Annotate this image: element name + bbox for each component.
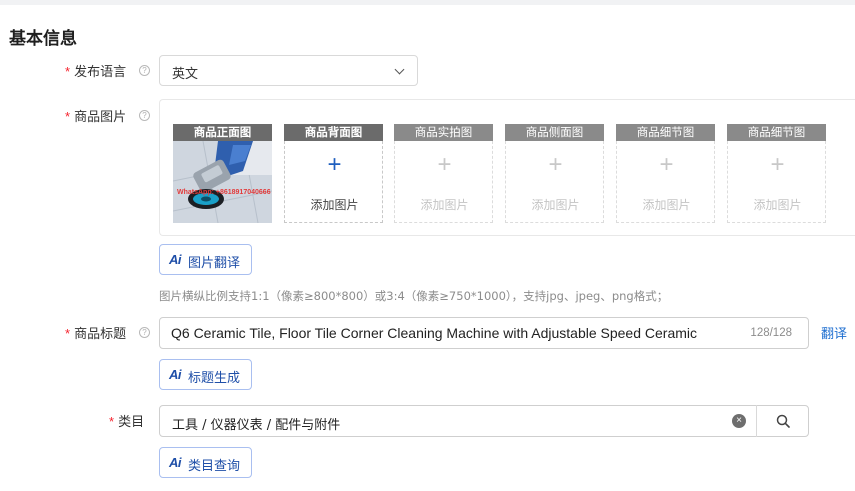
title-char-count: 128/128 — [750, 327, 792, 339]
image-slot-header: 商品侧面图 — [505, 124, 604, 141]
plus-icon: + — [548, 151, 563, 178]
photo-watermark: WhatsApp: +8618917040666 — [177, 189, 271, 196]
image-slot-side[interactable]: 商品侧面图 + 添加图片 — [505, 124, 604, 223]
add-image-caption: 添加图片 — [420, 198, 469, 212]
category-query-button[interactable]: Ai 类目查询 — [159, 447, 252, 478]
images-label: * 商品图片 — [65, 106, 126, 125]
images-label-text: 商品图片 — [74, 110, 127, 125]
title-label-text: 商品标题 — [74, 327, 127, 342]
ai-icon: Ai — [169, 252, 182, 267]
section-title: 基本信息 — [9, 29, 77, 49]
title-label: * 商品标题 — [65, 323, 126, 342]
language-label: * 发布语言 — [65, 61, 126, 80]
language-select[interactable]: 英文 — [159, 55, 418, 86]
product-photo-image — [173, 141, 272, 223]
title-input-value[interactable]: Q6 Ceramic Tile, Floor Tile Corner Clean… — [171, 325, 736, 341]
category-input[interactable]: 工具 / 仪器仪表 / 配件与附件 × — [159, 405, 809, 437]
add-image-caption: 添加图片 — [310, 198, 359, 212]
title-help-icon[interactable]: ? — [139, 327, 150, 338]
image-slot-body[interactable]: + 添加图片 — [616, 141, 715, 223]
image-slot-detail-1[interactable]: 商品细节图 + 添加图片 — [616, 124, 715, 223]
image-slot-front[interactable]: 商品正面图 WhatsApp: +8618917040666 — [173, 124, 272, 223]
language-select-value: 英文 — [172, 67, 199, 82]
plus-icon: + — [770, 151, 785, 178]
image-slot-header: 商品背面图 — [284, 124, 383, 141]
required-mark: * — [65, 109, 71, 124]
image-slot-detail-2[interactable]: 商品细节图 + 添加图片 — [727, 124, 826, 223]
add-image-caption: 添加图片 — [753, 198, 802, 212]
required-mark: * — [65, 64, 71, 79]
image-slot-back[interactable]: 商品背面图 + 添加图片 — [284, 124, 383, 223]
title-input[interactable]: Q6 Ceramic Tile, Floor Tile Corner Clean… — [159, 317, 809, 349]
required-mark: * — [65, 326, 71, 341]
plus-icon: + — [437, 151, 452, 178]
image-slot-body[interactable]: + 添加图片 — [727, 141, 826, 223]
chevron-down-icon — [394, 64, 405, 75]
title-generate-button[interactable]: Ai 标题生成 — [159, 359, 252, 390]
image-slot-header: 商品正面图 — [173, 124, 272, 141]
product-photo[interactable]: WhatsApp: +8618917040666 — [173, 141, 272, 223]
title-generate-label: 标题生成 — [188, 371, 241, 386]
top-strip — [0, 0, 855, 5]
plus-icon: + — [327, 151, 342, 178]
image-translate-button[interactable]: Ai 图片翻译 — [159, 244, 252, 275]
images-help-icon[interactable]: ? — [139, 110, 150, 121]
language-label-text: 发布语言 — [74, 65, 127, 80]
search-icon — [776, 414, 790, 428]
category-input-value: 工具 / 仪器仪表 / 配件与附件 — [172, 418, 341, 433]
required-mark: * — [109, 414, 115, 429]
image-format-hint: 图片横纵比例支持1:1（像素≥800*800）或3:4（像素≥750*1000）… — [159, 289, 669, 303]
image-slot-header: 商品实拍图 — [394, 124, 493, 141]
language-help-icon[interactable]: ? — [139, 65, 150, 76]
plus-icon: + — [659, 151, 674, 178]
ai-icon: Ai — [169, 455, 182, 470]
image-slot-body[interactable]: + 添加图片 — [394, 141, 493, 223]
add-image-caption: 添加图片 — [531, 198, 580, 212]
image-slot-header: 商品细节图 — [616, 124, 715, 141]
image-translate-label: 图片翻译 — [188, 256, 241, 271]
category-label: * 类目 — [109, 411, 144, 430]
image-slot-body[interactable]: + 添加图片 — [284, 141, 383, 223]
image-slot-body[interactable]: + 添加图片 — [505, 141, 604, 223]
image-slot-header: 商品细节图 — [727, 124, 826, 141]
image-slot-real[interactable]: 商品实拍图 + 添加图片 — [394, 124, 493, 223]
title-translate-link[interactable]: 翻译 — [821, 323, 847, 342]
category-query-label: 类目查询 — [188, 459, 241, 474]
category-label-text: 类目 — [118, 415, 145, 430]
category-search-button[interactable] — [756, 405, 810, 437]
clear-icon[interactable]: × — [732, 414, 746, 428]
ai-icon: Ai — [169, 367, 182, 382]
add-image-caption: 添加图片 — [642, 198, 691, 212]
